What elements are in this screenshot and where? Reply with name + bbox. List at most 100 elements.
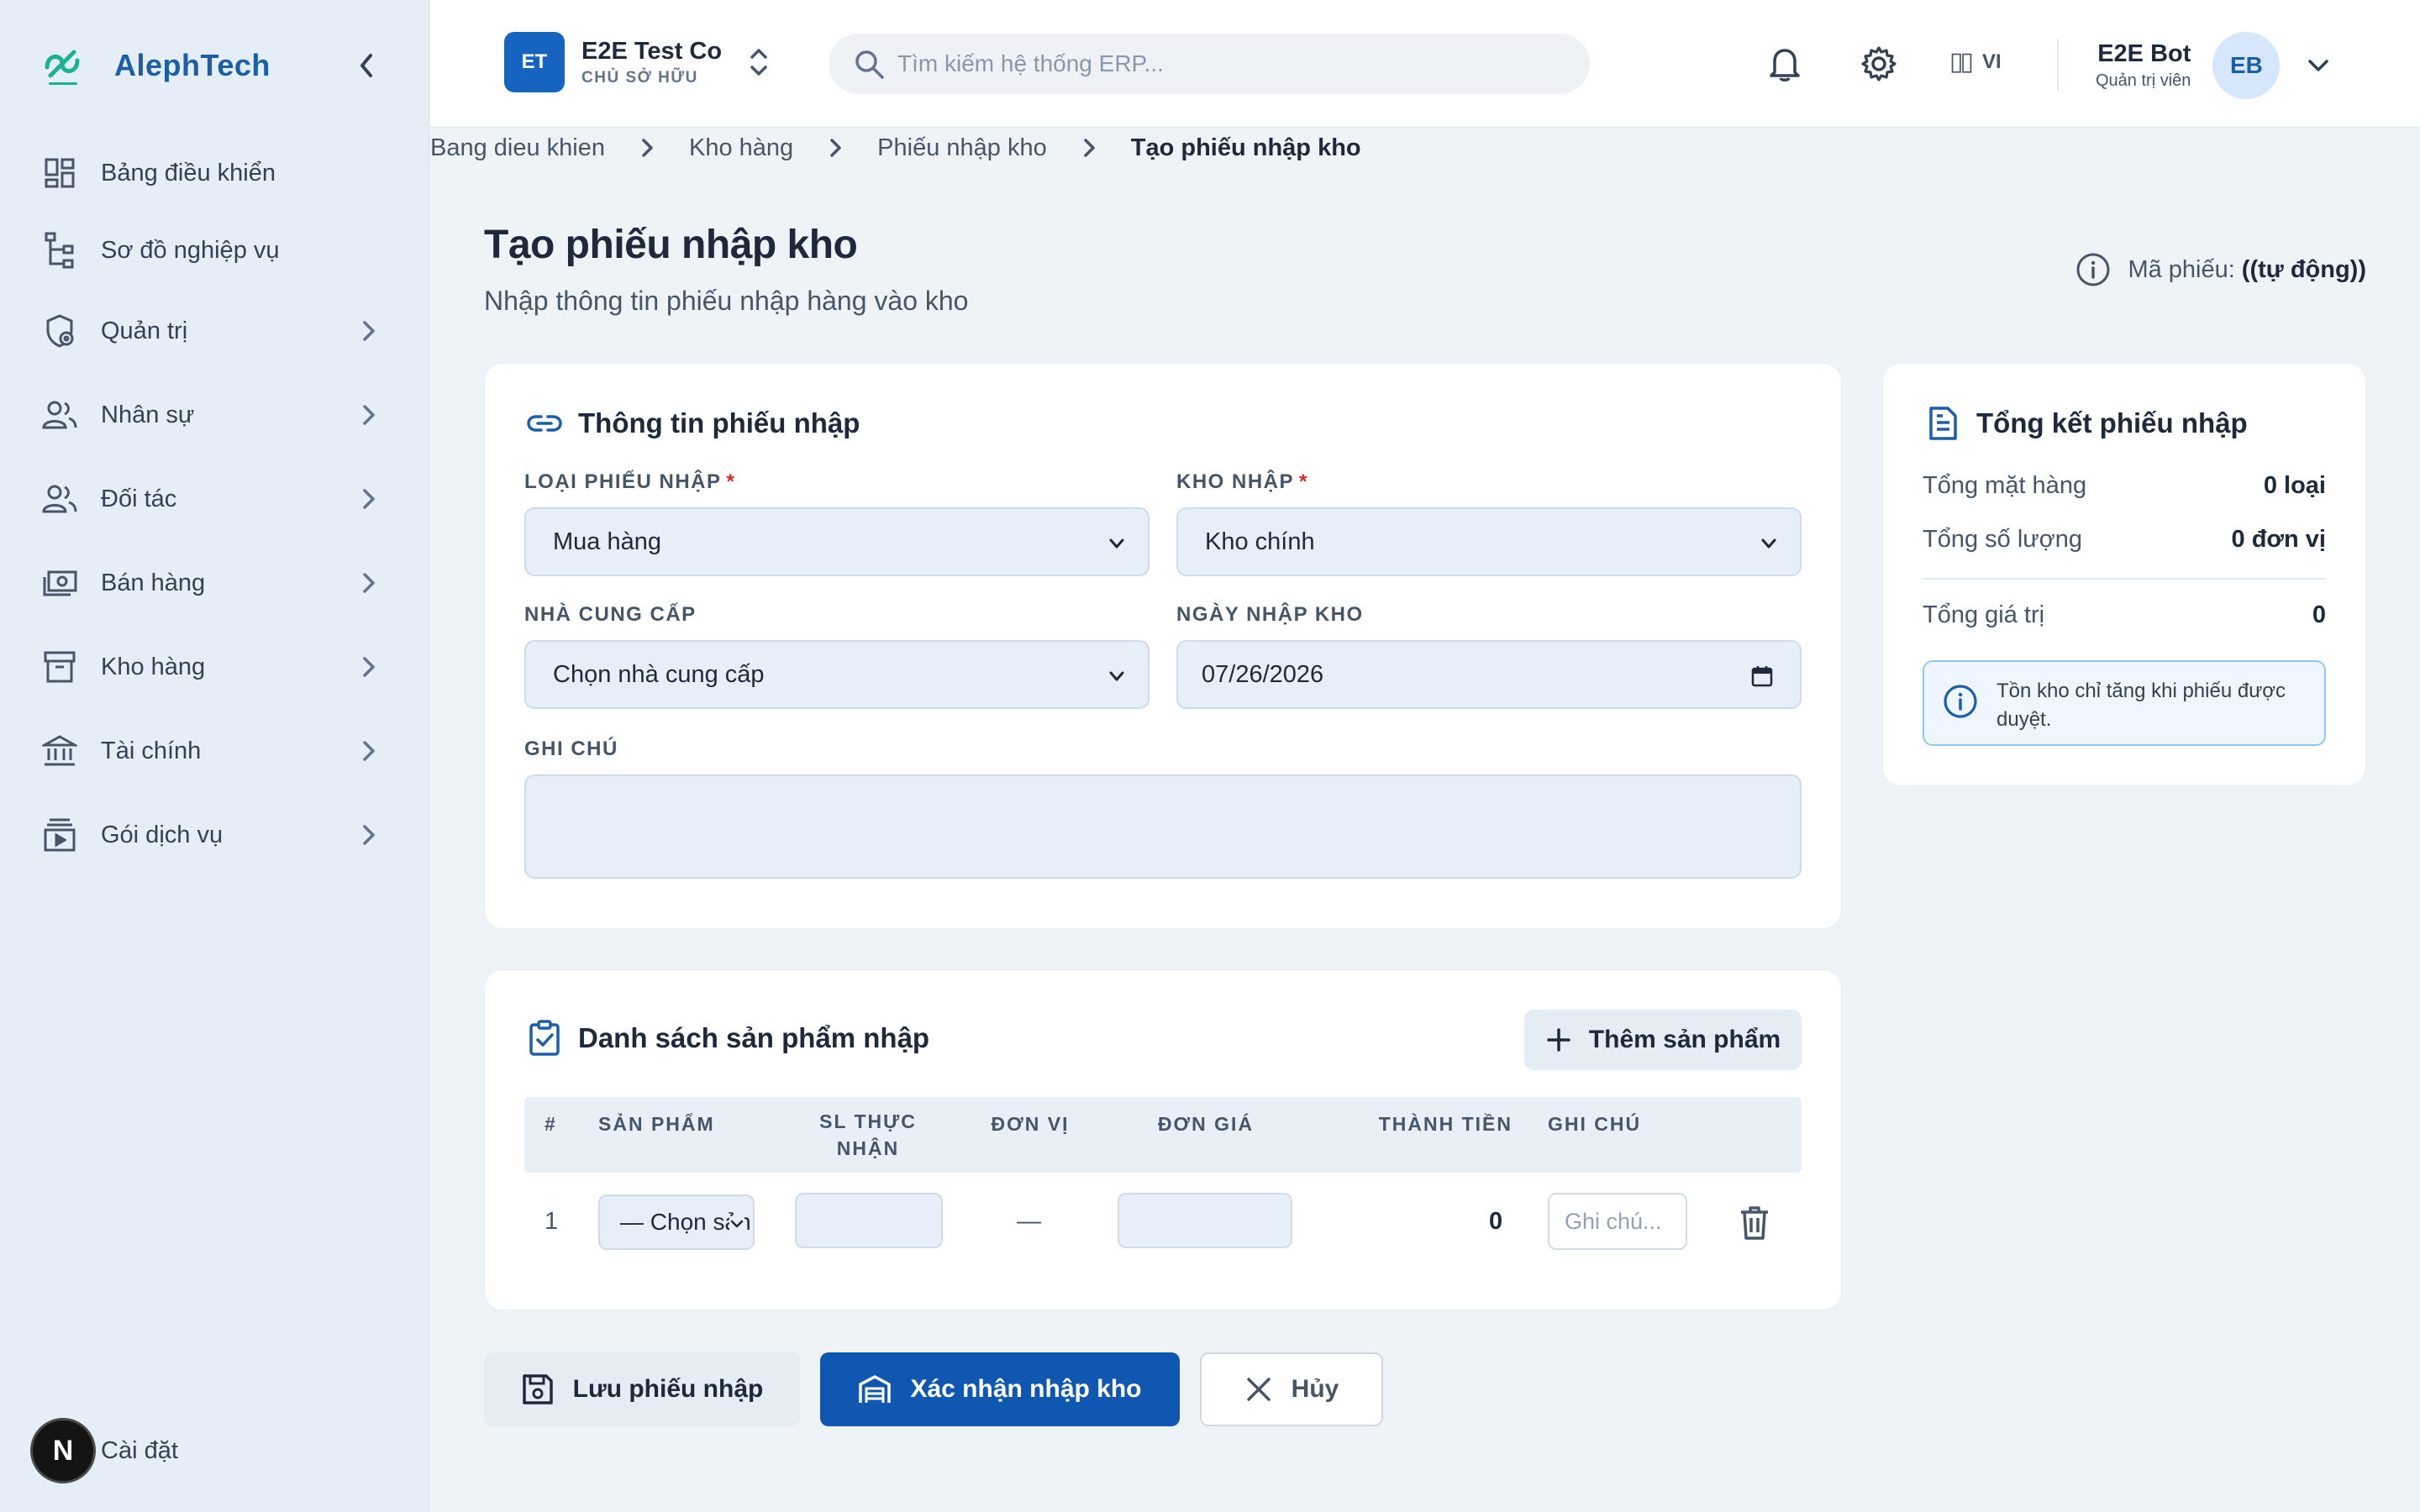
supplier-select[interactable]: Chọn nhà cung cấp [524, 640, 1150, 709]
sidebar-item-partners[interactable]: Đối tác [0, 457, 429, 541]
qty-input[interactable] [795, 1193, 943, 1248]
breadcrumb-current: Tạo phiếu nhập kho [1130, 134, 1361, 161]
breadcrumb-link-dashboard[interactable]: Bang dieu khien [430, 134, 605, 162]
row-note-input[interactable]: Ghi chú... [1548, 1193, 1687, 1250]
sidebar-nav: Bảng điều khiển Sơ đồ nghiệp vụ Quản trị… [0, 134, 429, 877]
product-select[interactable]: — Chọn sản phẩm — [598, 1194, 755, 1250]
chevron-right-icon [630, 134, 664, 161]
sidebar-item-label: Quản trị [101, 317, 188, 344]
type-select[interactable]: Mua hàng [524, 507, 1150, 576]
settings-button[interactable] [1855, 40, 1902, 87]
notifications-button[interactable] [1761, 40, 1808, 87]
date-label: NGÀY NHẬP KHO [1176, 603, 1364, 626]
dashboard-icon [42, 155, 77, 191]
note-textarea[interactable] [524, 774, 1802, 879]
bank-icon [42, 733, 77, 769]
column-header-qty: SL THỰC NHẬN [819, 1110, 917, 1159]
breadcrumb-link-warehouse[interactable]: Kho hàng [689, 134, 793, 162]
summary-value-label: Tổng giá trị [1923, 601, 2045, 628]
sidebar-item-warehouse[interactable]: Kho hàng [0, 625, 429, 709]
gear-icon [1861, 46, 1897, 81]
language-switcher[interactable]: ▯▯ VI [1949, 47, 2002, 76]
date-input-value: 07/26/2026 [1202, 660, 1324, 688]
sidebar-item-label: Nhân sự [101, 401, 195, 428]
search-icon [855, 50, 884, 79]
column-header-unit: ĐƠN VỊ [991, 1113, 1070, 1135]
breadcrumb-link-receipts[interactable]: Phiếu nhập kho [877, 134, 1047, 162]
brand[interactable]: AlephTech [42, 40, 271, 91]
warehouse-select[interactable]: Kho chính [1176, 507, 1802, 576]
alephtech-logo [45, 50, 80, 85]
add-product-label: Thêm sản phẩm [1588, 1026, 1781, 1053]
warehouse-icon [859, 1375, 892, 1403]
trash-icon[interactable] [1738, 1205, 1771, 1242]
save-receipt-button[interactable]: Lưu phiếu nhập [484, 1352, 800, 1426]
add-product-button[interactable]: Thêm sản phẩm [1524, 1010, 1802, 1070]
date-input[interactable]: 07/26/2026 [1176, 640, 1802, 709]
user-name: E2E Bot [2097, 40, 2191, 67]
company-logo: ET [504, 32, 565, 92]
receipt-code-label: Mã phiếu: [2128, 255, 2235, 283]
chevron-right-icon [818, 134, 852, 161]
chevron-right-icon [1072, 134, 1106, 161]
save-icon [522, 1374, 553, 1404]
user-menu[interactable]: E2E Bot Quản trị viên EB [2096, 32, 2332, 99]
page-subtitle: Nhập thông tin phiếu nhập hàng vào kho [484, 286, 969, 316]
chevron-right-icon [363, 825, 375, 845]
receipt-code: Mã phiếu: ((tự động)) [2075, 252, 2366, 287]
clipboard-check-icon [526, 1020, 563, 1057]
flag-icon: ▯▯ [1949, 48, 1974, 76]
sidebar-item-subscriptions[interactable]: Gói dịch vụ [0, 793, 429, 877]
avatar[interactable]: EB [2212, 32, 2281, 99]
calendar-icon[interactable] [1749, 664, 1775, 689]
sidebar-settings[interactable]: N Cài đặt [30, 1418, 178, 1483]
sidebar-item-hr[interactable]: Nhân sự [0, 373, 429, 457]
type-select-value: Mua hàng [553, 528, 661, 555]
link-icon [526, 405, 563, 442]
brand-name: AlephTech [114, 48, 271, 82]
warehouse-select-value: Kho chính [1205, 528, 1315, 555]
receipt-code-value: ((tự động)) [2241, 255, 2366, 283]
admin-shield-icon [42, 313, 77, 349]
stock-info-box: Tồn kho chỉ tăng khi phiếu được duyệt. [1923, 660, 2326, 746]
user-role: Quản trị viên [2096, 71, 2191, 90]
sidebar-item-admin[interactable]: Quản trị [0, 289, 429, 373]
unfold-icon [750, 49, 767, 76]
search-bar[interactable] [829, 34, 1590, 94]
next-badge-icon[interactable]: N [30, 1418, 96, 1483]
info-icon [1944, 685, 1977, 718]
sidebar-item-label: Kho hàng [101, 653, 206, 680]
chevron-right-icon [363, 321, 375, 341]
chevron-down-icon [1109, 671, 1124, 681]
chevron-left-icon [360, 54, 372, 77]
plus-icon [1547, 1028, 1570, 1052]
chevron-right-icon [363, 405, 375, 425]
sidebar-item-label: Bảng điều khiển [101, 159, 276, 186]
page-title: Tạo phiếu nhập kho [484, 223, 858, 267]
bell-icon [1770, 49, 1800, 81]
sidebar-item-label: Tài chính [101, 737, 202, 764]
cash-icon [42, 565, 77, 601]
chevron-down-icon [1761, 538, 1776, 549]
summary-value-value: 0 [2312, 601, 2326, 628]
row-total: 0 [1489, 1208, 1503, 1235]
sidebar-item-label: Gói dịch vụ [101, 821, 224, 848]
collapse-sidebar-button[interactable] [351, 47, 381, 84]
flowchart-icon [42, 232, 77, 269]
sidebar-item-sales[interactable]: Bán hàng [0, 541, 429, 625]
price-input[interactable] [1118, 1193, 1292, 1248]
company-name: E2E Test Co [581, 37, 723, 65]
summary-items-row: Tổng mặt hàng 0 loại [1923, 472, 2326, 500]
sidebar-item-dashboard[interactable]: Bảng điều khiển [0, 134, 429, 212]
summary-qty-label: Tổng số lượng [1923, 526, 2082, 553]
language-code: VI [1982, 50, 2002, 73]
sidebar-item-flowchart[interactable]: Sơ đồ nghiệp vụ [0, 212, 429, 289]
cancel-button[interactable]: Hủy [1200, 1352, 1383, 1426]
search-input[interactable] [897, 50, 1536, 77]
column-header-total: THÀNH TIỀN [1378, 1113, 1512, 1135]
stock-info-text: Tồn kho chỉ tăng khi phiếu được duyệt. [1996, 680, 2286, 731]
sidebar-item-finance[interactable]: Tài chính [0, 709, 429, 793]
confirm-receipt-button[interactable]: Xác nhận nhập kho [820, 1352, 1180, 1426]
company-switcher[interactable]: ET E2E Test Co CHỦ SỞ HỮU [504, 32, 771, 92]
info-icon [2076, 253, 2110, 286]
